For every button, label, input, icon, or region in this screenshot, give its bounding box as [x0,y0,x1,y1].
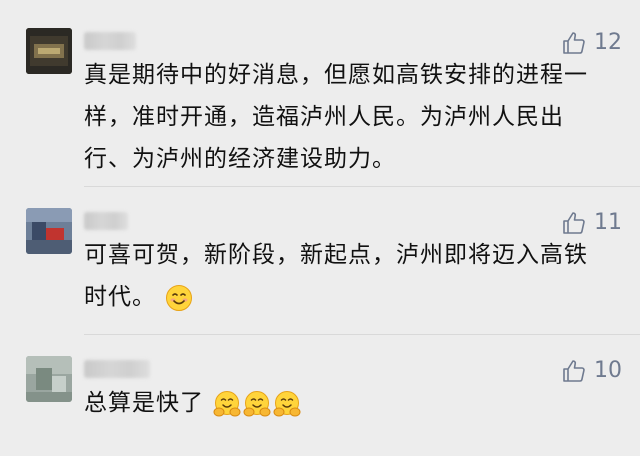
comment-text: 真是期待中的好消息，但愿如高铁安排的进程一 样，准时开通，造福泸州人民。为泸州人… [84,54,624,180]
comment-line-with-emoji: 时代。 [84,276,624,318]
avatar[interactable] [26,28,72,74]
thumbs-up-icon [563,211,585,234]
comment-text: 可喜可贺，新阶段，新起点，泸州即将迈入高铁 时代。 [84,234,624,318]
divider [84,334,640,335]
comment-line: 总算是快了 [84,390,204,416]
thumbs-up-icon [563,31,585,54]
comment-line: 真是期待中的好消息，但愿如高铁安排的进程一 [84,62,588,88]
username-blurred[interactable] [84,360,150,378]
comment-line-with-emoji: 总算是快了 [84,382,624,424]
hugging-face-emoji [243,390,271,416]
comment-line: 样，准时开通，造福泸州人民。为泸州人民出 [84,104,564,130]
thumbs-up-icon [563,359,585,382]
comment-line: 时代。 [84,284,156,310]
comment-line: 行、为泸州的经济建设助力。 [84,146,396,172]
smiling-face-emoji [166,284,193,311]
like-button[interactable]: 10 [562,358,622,383]
hugging-face-emoji [213,390,241,416]
hugging-face-emoji [273,390,301,416]
avatar-image [26,356,72,402]
avatar-image [26,28,72,74]
like-button[interactable]: 11 [562,210,622,235]
like-count: 12 [594,30,622,55]
comment-line: 可喜可贺，新阶段，新起点，泸州即将迈入高铁 [84,242,588,268]
divider [84,186,640,187]
avatar[interactable] [26,208,72,254]
like-count: 10 [594,358,622,383]
like-button[interactable]: 12 [562,30,622,55]
comment-text: 总算是快了 [84,382,624,424]
username-blurred[interactable] [84,212,128,230]
avatar-image [26,208,72,254]
avatar[interactable] [26,356,72,402]
username-blurred[interactable] [84,32,136,50]
like-count: 11 [594,210,622,235]
